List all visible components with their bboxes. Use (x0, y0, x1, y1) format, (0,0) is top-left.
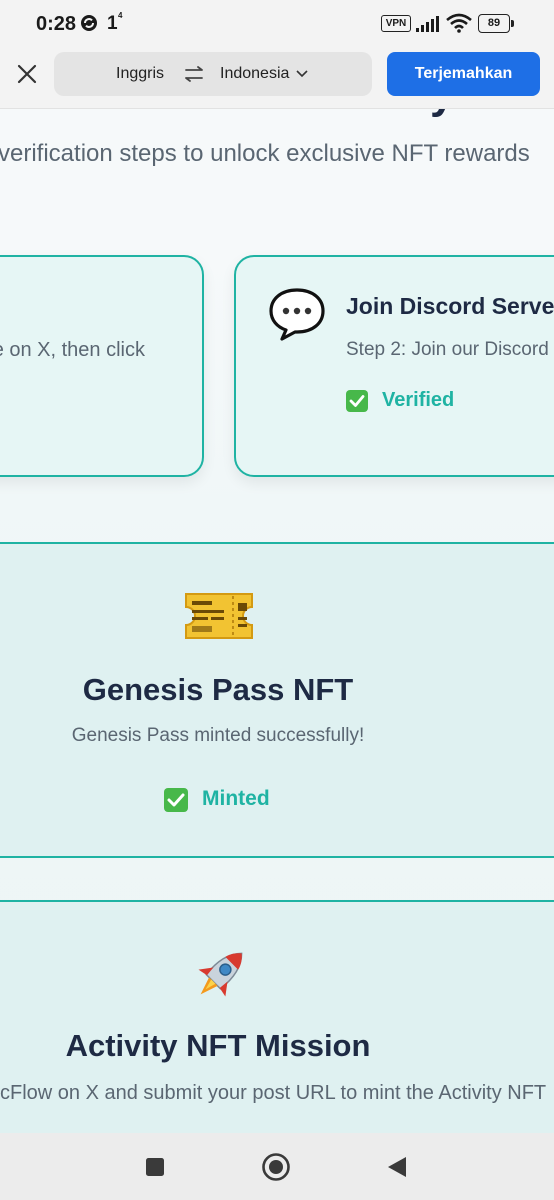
sync-icon (81, 15, 97, 31)
ticket-icon (185, 593, 253, 639)
rocket-icon (198, 952, 243, 997)
task-description: Step 2: Join our Discord server (346, 339, 554, 360)
task-description: e on X, then click (0, 339, 145, 361)
web-page: y verification steps to unlock exclusive… (0, 109, 554, 1133)
vpn-badge: VPN (381, 15, 411, 32)
page-heading-fragment: y (430, 109, 454, 119)
swap-languages-icon[interactable] (184, 64, 204, 84)
minted-status: Minted (202, 787, 270, 810)
task-title: Join Discord Server (346, 293, 554, 319)
status-bar: 0:28 1 4 VPN 89 (0, 0, 554, 50)
chevron-down-icon[interactable] (296, 68, 308, 80)
activity-mission-section: Activity NFT Mission cFlow on X and subm… (0, 900, 554, 1133)
target-language[interactable]: Indonesia (220, 65, 289, 83)
recent-apps-button[interactable] (145, 1157, 165, 1177)
speech-bubble-icon (269, 288, 325, 341)
status-time: 0:28 (36, 13, 77, 35)
task-card-follow-x[interactable]: e on X, then click (0, 255, 204, 477)
page-heading-clipped: y (430, 109, 490, 119)
back-button[interactable] (385, 1155, 409, 1179)
translate-button[interactable]: Terjemahkan (387, 52, 540, 96)
section-description: Genesis Pass minted successfully! (71, 725, 365, 746)
check-icon (346, 390, 368, 412)
battery-indicator: 89 (478, 14, 514, 33)
page-subtitle: verification steps to unlock exclusive N… (0, 140, 530, 167)
notification-count: 1 (107, 13, 118, 34)
close-icon[interactable] (12, 59, 42, 89)
signal-icon (416, 16, 439, 32)
task-card-join-discord[interactable]: Join Discord Server Step 2: Join our Dis… (234, 255, 554, 477)
verified-status: Verified (382, 389, 455, 411)
section-title: Genesis Pass NFT (82, 672, 354, 707)
check-icon (164, 788, 188, 812)
language-selector[interactable]: Inggris Indonesia (54, 52, 372, 96)
section-title: Activity NFT Mission (65, 1028, 371, 1063)
section-description: cFlow on X and submit your post URL to m… (0, 1082, 547, 1104)
source-language[interactable]: Inggris (116, 65, 164, 83)
wifi-icon (446, 13, 472, 33)
genesis-pass-section: Genesis Pass NFT Genesis Pass minted suc… (0, 542, 554, 858)
translate-bar: Inggris Indonesia Terjemahkan (0, 50, 554, 109)
notification-marker: 4 (118, 11, 123, 20)
home-button[interactable] (261, 1152, 291, 1182)
system-nav-bar (0, 1133, 554, 1200)
